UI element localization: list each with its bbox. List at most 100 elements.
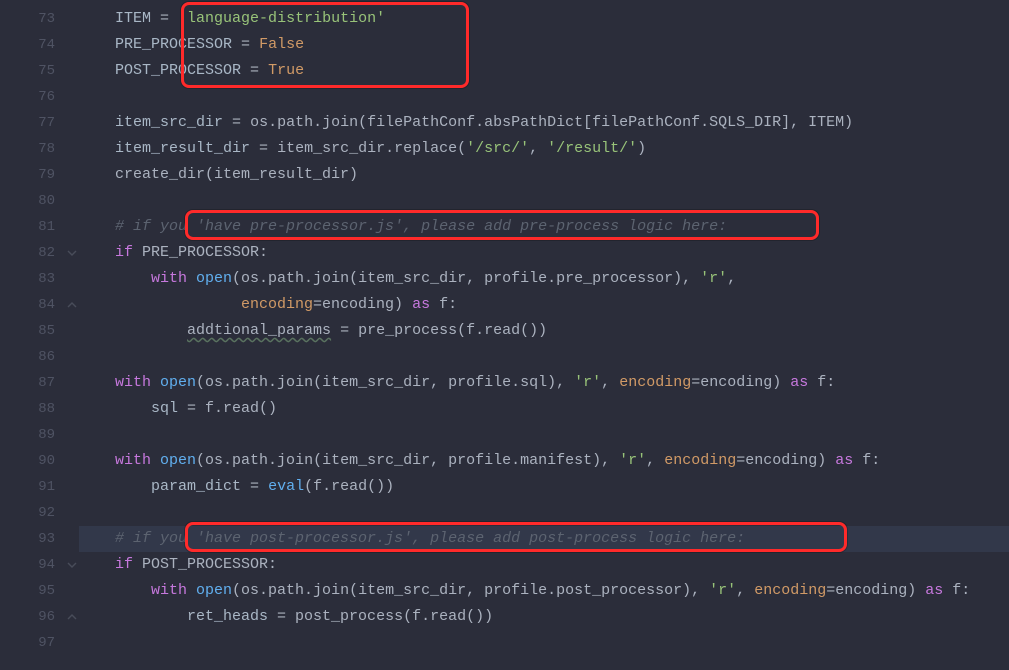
code-line[interactable] (79, 500, 1009, 526)
token: , (466, 582, 484, 599)
fold-marker[interactable] (65, 6, 79, 32)
token: = (241, 36, 259, 53)
token: profile.post_processor) (484, 582, 691, 599)
line-number: 76 (0, 84, 55, 110)
code-line[interactable]: if PRE_PROCESSOR: (79, 240, 1009, 266)
token: , (430, 374, 448, 391)
fold-marker[interactable] (65, 370, 79, 396)
code-line[interactable]: with open(os.path.join(item_src_dir, pro… (79, 370, 1009, 396)
code-line[interactable]: sql = f.read() (79, 396, 1009, 422)
token: with (115, 374, 160, 391)
code-line[interactable]: with open(os.path.join(item_src_dir, pro… (79, 266, 1009, 292)
token: encoding (241, 296, 313, 313)
token (79, 608, 187, 625)
code-line[interactable]: item_src_dir = os.path.join(filePathConf… (79, 110, 1009, 136)
line-number: 77 (0, 110, 55, 136)
code-line[interactable]: # if you 'have pre-processor.js', please… (79, 214, 1009, 240)
token: 'r' (574, 374, 601, 391)
token: f: (817, 374, 835, 391)
code-editor[interactable]: 7374757677787980818283848586878889909192… (0, 0, 1009, 670)
line-number: 78 (0, 136, 55, 162)
line-number: 96 (0, 604, 55, 630)
line-number: 74 (0, 32, 55, 58)
line-number: 73 (0, 6, 55, 32)
fold-marker[interactable] (65, 604, 79, 630)
fold-marker[interactable] (65, 32, 79, 58)
line-number: 81 (0, 214, 55, 240)
fold-marker[interactable] (65, 474, 79, 500)
token: open (160, 452, 196, 469)
token: os.path.join(filePathConf.absPathDict[fi… (250, 114, 790, 131)
fold-marker[interactable] (65, 422, 79, 448)
token: = (259, 140, 277, 157)
code-line[interactable] (79, 422, 1009, 448)
token (79, 270, 151, 287)
code-line[interactable] (79, 188, 1009, 214)
token: as (412, 296, 439, 313)
token: 'r' (709, 582, 736, 599)
fold-marker[interactable] (65, 58, 79, 84)
fold-marker[interactable] (65, 630, 79, 656)
fold-marker[interactable] (65, 110, 79, 136)
token: ITEM) (808, 114, 853, 131)
fold-marker[interactable] (65, 500, 79, 526)
code-line[interactable]: # if you 'have post-processor.js', pleas… (79, 526, 1009, 552)
code-line[interactable]: with open(os.path.join(item_src_dir, pro… (79, 578, 1009, 604)
token: f: (862, 452, 880, 469)
fold-marker[interactable] (65, 396, 79, 422)
fold-marker[interactable] (65, 162, 79, 188)
fold-marker[interactable] (65, 214, 79, 240)
code-line[interactable]: POST_PROCESSOR = True (79, 58, 1009, 84)
token: PRE_PROCESSOR (115, 36, 241, 53)
token: = f.read() (187, 400, 277, 417)
token: open (196, 582, 232, 599)
token: PRE_PROCESSOR: (142, 244, 268, 261)
token: ret_heads (187, 608, 277, 625)
fold-marker[interactable] (65, 448, 79, 474)
code-line[interactable] (79, 630, 1009, 656)
token: , (727, 270, 736, 287)
token: , (601, 374, 619, 391)
code-line[interactable]: item_result_dir = item_src_dir.replace('… (79, 136, 1009, 162)
fold-marker[interactable] (65, 578, 79, 604)
token: open (196, 270, 232, 287)
token: (os.path.join(item_src_dir (232, 270, 466, 287)
fold-marker[interactable] (65, 136, 79, 162)
token: 'language-distribution' (178, 10, 385, 27)
token: , (691, 582, 709, 599)
fold-marker[interactable] (65, 84, 79, 110)
code-line[interactable]: addtional_params = pre_process(f.read()) (79, 318, 1009, 344)
code-line[interactable]: create_dir(item_result_dir) (79, 162, 1009, 188)
line-number: 90 (0, 448, 55, 474)
code-line[interactable]: PRE_PROCESSOR = False (79, 32, 1009, 58)
code-line[interactable]: param_dict = eval(f.read()) (79, 474, 1009, 500)
fold-marker[interactable] (65, 188, 79, 214)
fold-marker[interactable] (65, 344, 79, 370)
code-line[interactable]: ITEM = 'language-distribution' (79, 6, 1009, 32)
line-number: 92 (0, 500, 55, 526)
line-number: 89 (0, 422, 55, 448)
line-number: 84 (0, 292, 55, 318)
token: f: (439, 296, 457, 313)
token: ) (637, 140, 646, 157)
token: =encoding) (826, 582, 925, 599)
code-line[interactable] (79, 84, 1009, 110)
token: if (115, 244, 142, 261)
code-area[interactable]: ITEM = 'language-distribution' PRE_PROCE… (79, 0, 1009, 670)
fold-marker[interactable] (65, 526, 79, 552)
fold-marker[interactable] (65, 240, 79, 266)
token: , (646, 452, 664, 469)
code-line[interactable] (79, 344, 1009, 370)
token: = (250, 478, 268, 495)
code-line[interactable]: if POST_PROCESSOR: (79, 552, 1009, 578)
token: = (232, 114, 250, 131)
fold-marker[interactable] (65, 266, 79, 292)
code-line[interactable]: with open(os.path.join(item_src_dir, pro… (79, 448, 1009, 474)
line-number: 87 (0, 370, 55, 396)
code-line[interactable]: ret_heads = post_process(f.read()) (79, 604, 1009, 630)
fold-marker[interactable] (65, 552, 79, 578)
fold-marker[interactable] (65, 318, 79, 344)
code-line[interactable]: encoding=encoding) as f: (79, 292, 1009, 318)
token: = post_process(f.read()) (277, 608, 493, 625)
fold-marker[interactable] (65, 292, 79, 318)
